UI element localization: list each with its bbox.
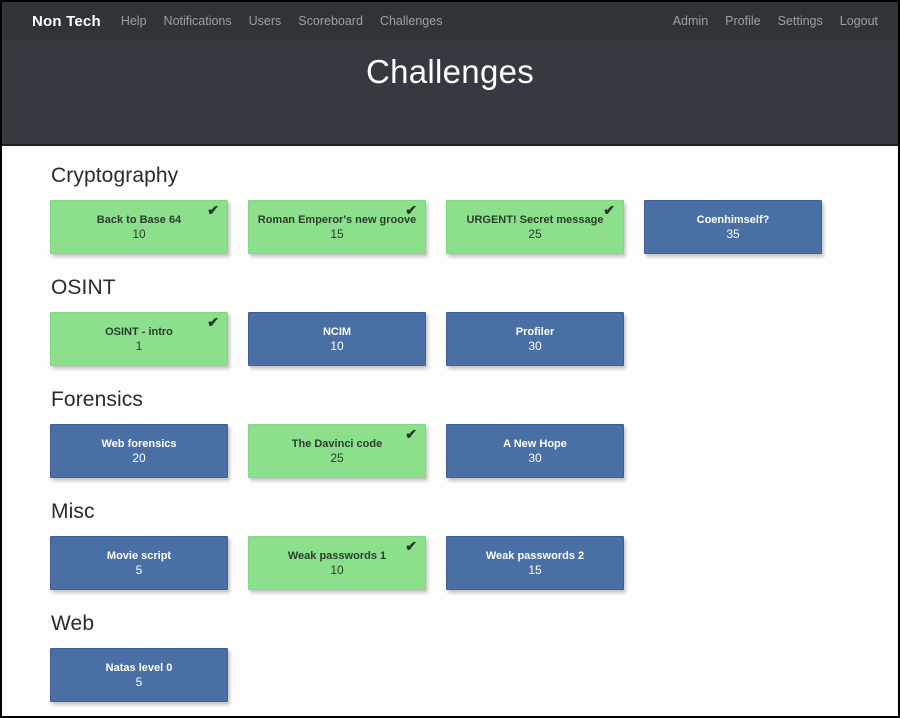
- challenge-title: Coenhimself?: [696, 213, 770, 226]
- challenge-card[interactable]: ✔ The Davinci code 25: [248, 424, 426, 478]
- challenge-points: 10: [330, 562, 344, 577]
- challenge-card[interactable]: Coenhimself? 35: [644, 200, 822, 254]
- challenge-points: 10: [330, 338, 344, 353]
- challenge-title: A New Hope: [503, 437, 567, 450]
- solved-check-icon: ✔: [405, 426, 417, 442]
- challenge-card[interactable]: ✔ URGENT! Secret message 25: [446, 200, 624, 254]
- challenge-card[interactable]: Profiler 30: [446, 312, 624, 366]
- challenge-title: Roman Emperor's new groove: [257, 213, 417, 226]
- solved-check-icon: ✔: [207, 202, 219, 218]
- category-section-misc: Misc Movie script 5 ✔ Weak passwords 1 10 Weak…: [50, 500, 858, 590]
- challenge-card-row: ✔ Back to Base 64 10 ✔ Roman Emperor's new g…: [50, 200, 858, 254]
- category-section-web: Web Natas level 05: [50, 612, 858, 702]
- challenge-title: Profiler: [515, 325, 555, 338]
- challenge-points: 10: [132, 226, 146, 241]
- nav-link-users[interactable]: Users: [249, 14, 282, 28]
- nav-link-notifications[interactable]: Notifications: [164, 14, 232, 28]
- challenge-title: URGENT! Secret message: [466, 213, 604, 226]
- nav-link-profile[interactable]: Profile: [725, 14, 760, 28]
- nav-link-logout[interactable]: Logout: [840, 14, 878, 28]
- challenge-points: 30: [528, 338, 542, 353]
- challenge-card[interactable]: ✔ Weak passwords 1 10: [248, 536, 426, 590]
- challenge-card[interactable]: Movie script 5: [50, 536, 228, 590]
- page-title: Challenges: [365, 53, 535, 90]
- challenge-card[interactable]: Natas level 05: [50, 648, 228, 702]
- challenge-card-row: Web forensics 20 ✔ The Davinci code 25 A New …: [50, 424, 858, 478]
- challenge-title: Weak passwords 2: [485, 549, 585, 562]
- challenge-points: 20: [132, 450, 146, 465]
- nav-links-right: Admin Profile Settings Logout: [673, 14, 878, 28]
- nav-link-admin[interactable]: Admin: [673, 14, 708, 28]
- solved-check-icon: ✔: [405, 202, 417, 218]
- solved-check-icon: ✔: [207, 314, 219, 330]
- challenge-card[interactable]: A New Hope 30: [446, 424, 624, 478]
- challenge-points: 15: [330, 226, 344, 241]
- challenge-points: 30: [528, 450, 542, 465]
- category-title: Cryptography: [51, 164, 179, 187]
- category-title: Forensics: [51, 388, 143, 411]
- category-section-cryptography: Cryptography ✔ Back to Base 64 10 ✔ Roman Emp…: [50, 164, 858, 254]
- solved-check-icon: ✔: [603, 202, 615, 218]
- challenge-title: Back to Base 64: [96, 213, 182, 226]
- page-root: Non Tech Help Notifications Users Scoreboar…: [2, 2, 898, 716]
- challenge-card[interactable]: ✔ Roman Emperor's new groove 15: [248, 200, 426, 254]
- challenge-points: 1: [135, 338, 143, 353]
- brand-logo[interactable]: Non Tech: [32, 13, 101, 30]
- category-title: Web: [51, 612, 95, 635]
- challenge-card[interactable]: NCIM 10: [248, 312, 426, 366]
- category-title: Misc: [51, 500, 95, 523]
- challenge-card[interactable]: ✔ Back to Base 64 10: [50, 200, 228, 254]
- challenge-points: 25: [528, 226, 542, 241]
- challenge-points: 35: [726, 226, 740, 241]
- challenge-card-row: Natas level 05: [50, 648, 858, 702]
- category-section-forensics: Forensics Web forensics 20 ✔ The Davinci cod…: [50, 388, 858, 478]
- challenge-card[interactable]: ✔ OSINT - intro 1: [50, 312, 228, 366]
- category-title: OSINT: [51, 276, 116, 299]
- page-header-banner: Challenges: [2, 40, 898, 146]
- challenge-points: 15: [528, 562, 542, 577]
- challenge-title: OSINT - intro: [105, 325, 173, 338]
- nav-link-settings[interactable]: Settings: [778, 14, 823, 28]
- category-section-osint: OSINT ✔ OSINT - intro 1 NCIM 10 Profiler 30: [50, 276, 858, 366]
- nav-link-challenges[interactable]: Challenges: [380, 14, 443, 28]
- challenge-title: Natas level 0: [105, 661, 173, 674]
- challenge-card[interactable]: Weak passwords 2 15: [446, 536, 624, 590]
- solved-check-icon: ✔: [405, 538, 417, 554]
- challenge-points: 5: [135, 674, 143, 689]
- challenge-points: 25: [330, 450, 344, 465]
- challenge-points: 5: [135, 562, 143, 577]
- navbar: Non Tech Help Notifications Users Scoreboar…: [2, 2, 898, 40]
- challenge-title: The Davinci code: [291, 437, 383, 450]
- challenge-title: Weak passwords 1: [287, 549, 387, 562]
- challenge-card-row: Movie script 5 ✔ Weak passwords 1 10 Weak pas…: [50, 536, 858, 590]
- challenge-card-row: ✔ OSINT - intro 1 NCIM 10 Profiler 30: [50, 312, 858, 366]
- nav-links-left: Help Notifications Users Scoreboard Challeng…: [121, 14, 443, 28]
- challenge-title: Web forensics: [101, 437, 177, 450]
- nav-link-help[interactable]: Help: [121, 14, 147, 28]
- challenge-title: Movie script: [106, 549, 172, 562]
- challenge-card[interactable]: Web forensics 20: [50, 424, 228, 478]
- challenge-title: NCIM: [322, 325, 352, 338]
- challenges-content: Cryptography ✔ Back to Base 64 10 ✔ Roman Emp…: [2, 146, 898, 702]
- nav-link-scoreboard[interactable]: Scoreboard: [298, 14, 363, 28]
